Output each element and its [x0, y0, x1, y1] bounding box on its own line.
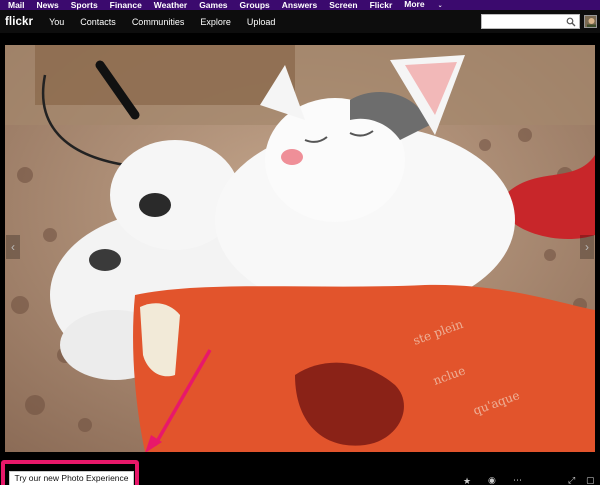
yahoo-link-answers[interactable]: Answers	[282, 0, 317, 10]
yahoo-top-bar: Mail News Sports Finance Weather Games G…	[0, 0, 600, 10]
nav-link-contacts[interactable]: Contacts	[80, 17, 116, 27]
yahoo-link-weather[interactable]: Weather	[154, 0, 187, 10]
more-icon[interactable]: ⋯	[513, 475, 522, 485]
yahoo-link-mail[interactable]: Mail	[8, 0, 25, 10]
chevron-left-icon[interactable]: ‹	[6, 235, 20, 259]
flickr-nav-bar: flickr You Contacts Communities Explore …	[0, 10, 600, 33]
yahoo-link-news[interactable]: News	[37, 0, 59, 10]
yahoo-link-screen[interactable]: Screen	[329, 0, 357, 10]
expand-icon[interactable]: ⤢	[568, 475, 575, 485]
chevron-right-icon[interactable]: ›	[580, 235, 594, 259]
nav-link-communities[interactable]: Communities	[132, 17, 185, 27]
search-input[interactable]	[482, 18, 566, 32]
fullscreen-icon[interactable]: ▢	[586, 475, 595, 485]
nav-link-explore[interactable]: Explore	[200, 17, 231, 27]
cat-photo: ste plein nclue qu'aque	[5, 45, 595, 452]
flickr-logo[interactable]: flickr	[5, 16, 33, 28]
yahoo-link-games[interactable]: Games	[199, 0, 227, 10]
yahoo-link-flickr[interactable]: Flickr	[370, 0, 393, 10]
try-new-photo-experience-button[interactable]: Try our new Photo Experience	[9, 471, 134, 485]
avatar[interactable]	[584, 15, 597, 28]
chevron-down-icon: ⌄	[437, 3, 443, 9]
more-label: More	[404, 0, 425, 9]
photo-bottom-bar: Try our new Photo Experience ★ ◉ ⋯ ⤢ ▢	[0, 452, 600, 485]
yahoo-link-groups[interactable]: Groups	[240, 0, 270, 10]
yahoo-link-finance[interactable]: Finance	[110, 0, 142, 10]
nav-link-you[interactable]: You	[49, 17, 64, 27]
avatar-image	[585, 16, 596, 27]
highlight-box: Try our new Photo Experience	[1, 460, 139, 485]
comment-icon[interactable]: ◉	[488, 475, 496, 485]
search-icon[interactable]	[566, 17, 576, 27]
photo-stage: ste plein nclue qu'aque ‹ › Try our new …	[0, 33, 600, 485]
search-box	[481, 14, 580, 32]
star-icon[interactable]: ★	[463, 476, 471, 485]
nav-link-upload[interactable]: Upload	[247, 17, 276, 27]
yahoo-link-sports[interactable]: Sports	[71, 0, 98, 10]
